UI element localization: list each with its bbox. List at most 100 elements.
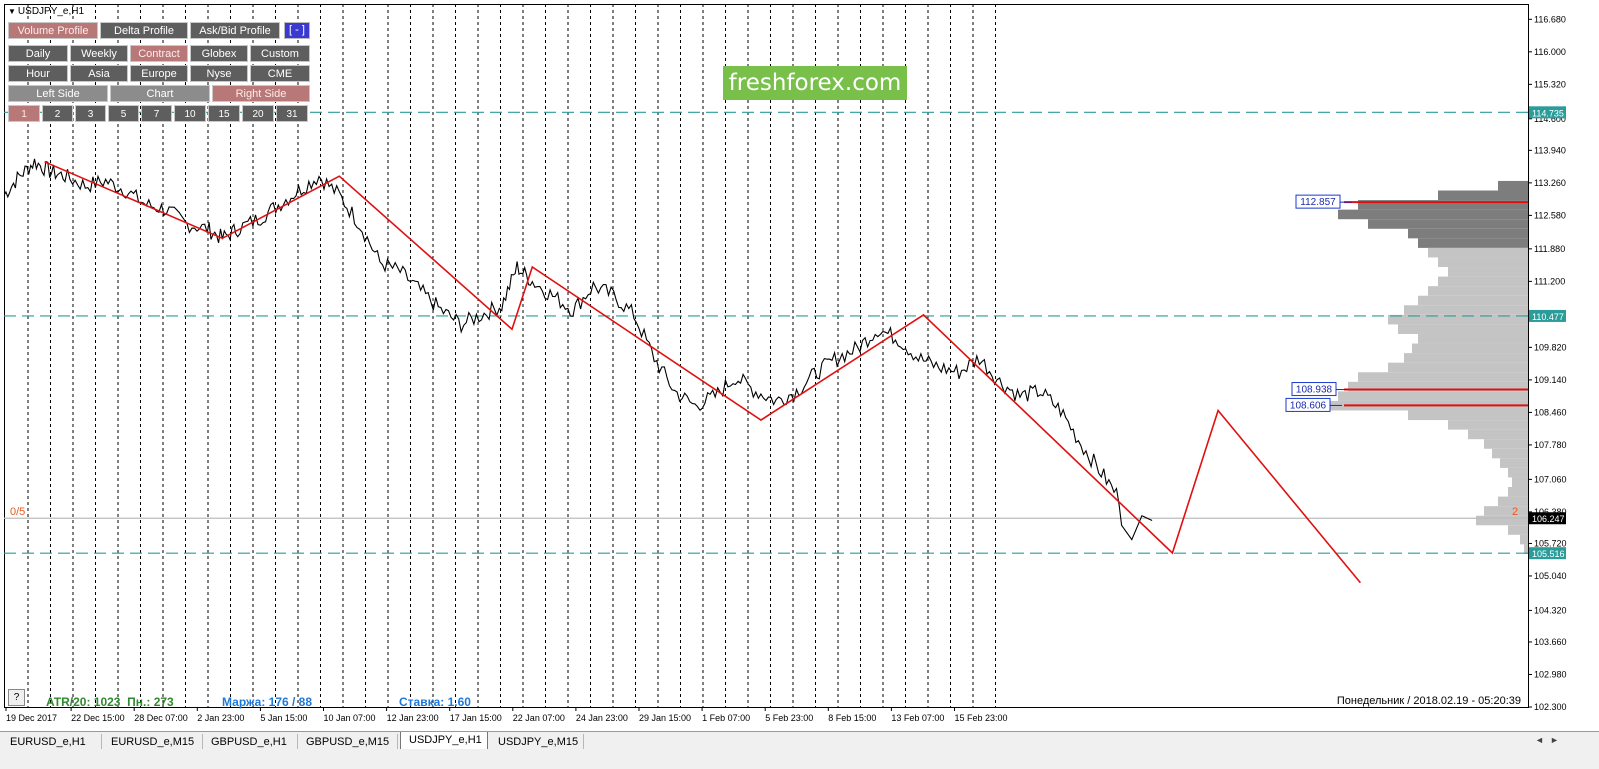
time-tick-label: 8 Feb 15:00 (828, 713, 876, 723)
chart-tab-eurusd-e-h1[interactable]: EURUSD_e,H1 (2, 734, 102, 750)
collapse-panel-button[interactable]: [ - ] (284, 22, 310, 39)
panel-button-chart[interactable]: Chart (110, 85, 210, 102)
volume-profile-bar (1408, 410, 1528, 421)
volume-profile-bar (1476, 515, 1528, 526)
price-label-text: 114.735 (1532, 108, 1564, 118)
volume-profile-bar (1492, 448, 1528, 459)
panel-button-cme[interactable]: CME (250, 65, 310, 82)
panel-button-left-side[interactable]: Left Side (8, 85, 108, 102)
volume-profile-bar (1508, 467, 1528, 478)
time-tick-label: 29 Jan 15:00 (639, 713, 691, 723)
panel-button-weekly[interactable]: Weekly (70, 45, 128, 62)
volume-profile-bar (1404, 353, 1528, 363)
time-tick-label: 22 Dec 15:00 (71, 713, 125, 723)
panel-button-volume-profile[interactable]: Volume Profile (8, 22, 98, 39)
panel-button-asia[interactable]: Asia (70, 65, 128, 82)
chart-tab-usdjpy-e-h1[interactable]: USDJPY_e,H1 (400, 732, 488, 750)
price-tick-label: 113.940 (1534, 145, 1566, 155)
chart-tab-gbpusd-e-m15[interactable]: GBPUSD_e,M15 (298, 734, 398, 750)
time-tick-label: 13 Feb 07:00 (891, 713, 944, 723)
panel-button-3[interactable]: 3 (75, 105, 106, 122)
panel-button-daily[interactable]: Daily (8, 45, 68, 62)
price-tick-label: 113.260 (1534, 178, 1566, 188)
price-tick-label: 105.040 (1534, 571, 1567, 581)
time-tick-label: 28 Dec 07:00 (134, 713, 188, 723)
tab-scroll-right-icon[interactable]: ► (1550, 735, 1559, 745)
volume-profile-bar (1484, 506, 1528, 516)
volume-profile-bar (1438, 190, 1528, 201)
price-tick-label: 107.060 (1534, 474, 1567, 484)
panel-button-15[interactable]: 15 (208, 105, 240, 122)
chart-tab-gbpusd-e-h1[interactable]: GBPUSD_e,H1 (203, 734, 298, 750)
volume-profile-bar (1512, 477, 1528, 488)
panel-button-europe[interactable]: Europe (130, 65, 188, 82)
volume-profile-bar (1498, 496, 1528, 507)
time-tick-label: 17 Jan 15:00 (450, 713, 502, 723)
price-tick-label: 104.320 (1534, 605, 1567, 615)
panel-button-20[interactable]: 20 (242, 105, 274, 122)
time-tick-label: 19 Dec 2017 (6, 713, 57, 723)
price-tick-label: 111.200 (1534, 276, 1565, 286)
time-tick-label: 5 Feb 23:00 (765, 713, 813, 723)
price-label-text: 106.247 (1532, 514, 1565, 524)
volume-profile-bar (1418, 295, 1528, 306)
volume-profile-bar (1398, 324, 1528, 334)
volume-profile-bar (1468, 429, 1528, 440)
volume-profile-bar (1438, 276, 1528, 287)
panel-button-nyse[interactable]: Nyse (190, 65, 248, 82)
chart-tab-usdjpy-e-m15[interactable]: USDJPY_e,M15 (490, 734, 584, 750)
help-button[interactable]: ? (8, 689, 25, 706)
tab-scroll-left-icon[interactable]: ◄ (1535, 735, 1544, 745)
panel-button-2[interactable]: 2 (42, 105, 73, 122)
chart-title: ▼ USDJPY_e,H1 (8, 6, 84, 17)
panel-button-globex[interactable]: Globex (190, 45, 248, 62)
volume-profile-bar (1418, 238, 1528, 248)
time-tick-label: 1 Feb 07:00 (702, 713, 750, 723)
volume-profile-bar (1500, 458, 1528, 468)
chart-symbol-label: USDJPY_e,H1 (17, 6, 85, 17)
volume-profile-bar (1508, 487, 1528, 497)
volume-profile-bar (1448, 420, 1528, 430)
panel-button-delta-profile[interactable]: Delta Profile (100, 22, 188, 39)
atr-readout: ATR/20: 1023 Пн.: 273 (46, 695, 174, 709)
price-tick-label: 109.820 (1534, 342, 1567, 352)
price-tick-label: 108.460 (1534, 407, 1567, 417)
volume-profile-bar (1388, 362, 1528, 373)
freshforex-logo: freshforex.com (723, 66, 907, 100)
counter-label: 0/5 (10, 506, 26, 518)
volume-profile-bar (1428, 286, 1528, 296)
price-tick-label: 115.320 (1534, 79, 1566, 89)
chart-tab-eurusd-e-m15[interactable]: EURUSD_e,M15 (103, 734, 203, 750)
volume-profile-bar (1448, 267, 1528, 277)
panel-button-right-side[interactable]: Right Side (212, 85, 310, 102)
profile-level-label: 108.938 (1296, 385, 1333, 396)
panel-button-custom[interactable]: Custom (250, 45, 310, 62)
panel-button-1[interactable]: 1 (8, 105, 40, 122)
datetime-readout: Понедельник / 2018.02.19 - 05:20:39 (1336, 695, 1521, 707)
pn-value: Пн.: 273 (127, 695, 174, 709)
volume-profile-bar (1412, 343, 1528, 354)
price-series-line (4, 158, 1153, 541)
volume-profile-bar (1338, 391, 1528, 401)
volume-profile-bar (1524, 544, 1528, 554)
price-tick-label: 112.580 (1534, 210, 1566, 220)
price-tick-label: 105.720 (1534, 538, 1567, 548)
price-label-text: 105.516 (1532, 549, 1565, 559)
panel-button-10[interactable]: 10 (174, 105, 206, 122)
panel-button-5[interactable]: 5 (108, 105, 139, 122)
bottom-strip (0, 749, 1599, 769)
profile-level-label: 108.606 (1290, 400, 1327, 411)
panel-button-31[interactable]: 31 (276, 105, 308, 122)
atr-value: ATR/20: 1023 (46, 695, 121, 709)
time-tick-label: 2 Jan 23:00 (197, 713, 244, 723)
price-tick-label: 116.000 (1534, 47, 1566, 57)
volume-profile-bar (1508, 525, 1528, 535)
panel-button-contract[interactable]: Contract (130, 45, 188, 62)
price-tick-label: 103.660 (1534, 637, 1567, 647)
panel-button-ask-bid-profile[interactable]: Ask/Bid Profile (190, 22, 280, 39)
panel-button-hour[interactable]: Hour (8, 65, 68, 82)
right-marker-label: 2 (1512, 506, 1519, 518)
time-tick-label: 15 Feb 23:00 (955, 713, 1008, 723)
dropdown-arrow-icon[interactable]: ▼ (8, 7, 16, 16)
panel-button-7[interactable]: 7 (141, 105, 172, 122)
